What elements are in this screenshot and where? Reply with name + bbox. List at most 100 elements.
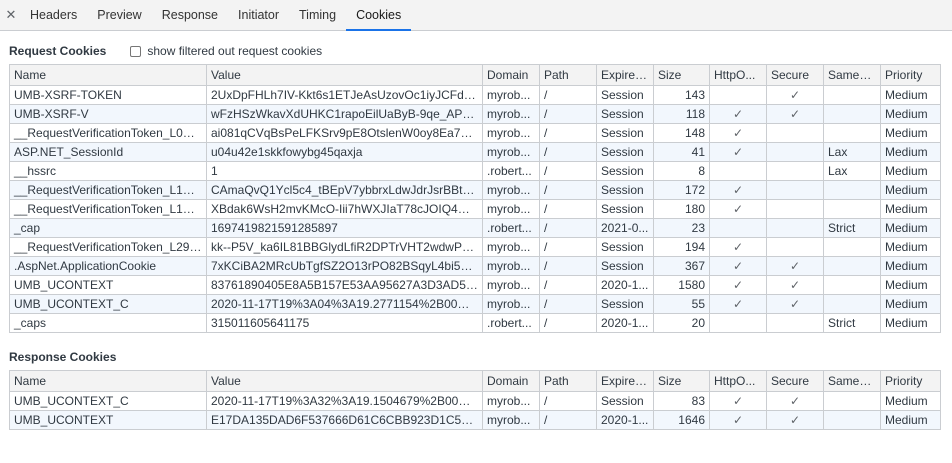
- cell-domain: myrob...: [482, 237, 540, 257]
- cell-name: __RequestVerificationToken_L0No...: [9, 123, 207, 143]
- filter-toggle[interactable]: show filtered out request cookies: [130, 44, 322, 58]
- cell-expires: Session: [596, 161, 654, 181]
- cell-value: kk--P5V_ka6IL81BBGlydLfiR2DPTrVHT2wdwP3f…: [206, 237, 483, 257]
- cookie-row[interactable]: UMB-XSRF-TOKEN 2UxDpFHLh7IV-Kkt6s1ETJeAsU…: [9, 85, 941, 105]
- cookie-row[interactable]: .AspNet.ApplicationCookie 7xKCiBA2MRcUbTg…: [9, 256, 941, 276]
- cookie-row[interactable]: __RequestVerificationToken_L1N1... CAmaQv…: [9, 180, 941, 200]
- cell-samesite: [823, 85, 881, 105]
- cell-size: 1646: [653, 410, 710, 430]
- cell-size: 8: [653, 161, 710, 181]
- cell-domain: myrob...: [482, 256, 540, 276]
- cell-secure: ✓: [766, 256, 824, 276]
- cell-domain: myrob...: [482, 199, 540, 219]
- cookie-row[interactable]: _cap 1697419821591285897 .robert.../2021-0…: [9, 218, 941, 238]
- cookie-row[interactable]: __hssrc 1 .robert... / Session 8 Lax Medium: [9, 161, 941, 181]
- cell-name: UMB_UCONTEXT: [9, 410, 207, 430]
- cell-path: /: [539, 142, 597, 162]
- column-header-priority[interactable]: Priority: [880, 370, 941, 392]
- response-cookies-table: Name Value Domain Path Expires... Size HttpO..…: [9, 370, 941, 430]
- column-header-expires[interactable]: Expires...: [596, 370, 654, 392]
- cell-secure: [766, 142, 824, 162]
- cookie-row[interactable]: ASP.NET_SessionId u04u42e1skkfowybg45qaxj…: [9, 142, 941, 162]
- cell-priority: Medium: [880, 410, 941, 430]
- cell-name: __RequestVerificationToken_L1Vu...: [9, 199, 207, 219]
- cell-path: /: [539, 180, 597, 200]
- column-header-expires[interactable]: Expires...: [596, 64, 654, 86]
- cell-samesite: Strict: [823, 313, 881, 333]
- column-header-samesite[interactable]: SameSi...: [823, 370, 881, 392]
- cookie-row[interactable]: UMB_UCONTEXT_C 2020-11-17T19%3A32%3A19.15…: [9, 391, 941, 411]
- cell-name: __RequestVerificationToken_L1N1...: [9, 180, 207, 200]
- cell-domain: myrob...: [482, 294, 540, 314]
- cell-priority: Medium: [880, 85, 941, 105]
- cell-name: _caps: [9, 313, 207, 333]
- response-cookies-title: Response Cookies: [9, 350, 117, 364]
- column-header-domain[interactable]: Domain: [482, 370, 540, 392]
- cookie-row[interactable]: UMB-XSRF-V wFzHSzWkavXdUHKC1rapoEilUaByB-…: [9, 104, 941, 124]
- column-header-value[interactable]: Value: [206, 64, 483, 86]
- cell-expires: Session: [596, 104, 654, 124]
- cell-httponly: ✓: [709, 142, 767, 162]
- cell-value: XBdak6WsH2mvKMcO-Iii7hWXJIaT78cJOIQ4RO..…: [206, 199, 483, 219]
- tab-preview[interactable]: Preview: [87, 0, 151, 30]
- column-header-path[interactable]: Path: [539, 64, 597, 86]
- cell-priority: Medium: [880, 237, 941, 257]
- cell-value: 2020-11-17T19%3A32%3A19.1504679%2B00%3..…: [206, 391, 483, 411]
- cell-path: /: [539, 313, 597, 333]
- cell-samesite: Lax: [823, 142, 881, 162]
- column-header-name[interactable]: Name: [9, 64, 207, 86]
- column-header-path[interactable]: Path: [539, 370, 597, 392]
- column-header-samesite[interactable]: SameSi...: [823, 64, 881, 86]
- cell-priority: Medium: [880, 256, 941, 276]
- column-header-domain[interactable]: Domain: [482, 64, 540, 86]
- tab-cookies[interactable]: Cookies: [346, 0, 412, 31]
- cookie-row[interactable]: UMB_UCONTEXT 83761890405E8A5B157E53AA9562…: [9, 275, 941, 295]
- cookie-row[interactable]: UMB_UCONTEXT_C 2020-11-17T19%3A04%3A19.27…: [9, 294, 941, 314]
- checkbox-unchecked-icon[interactable]: [130, 45, 142, 57]
- tab-headers[interactable]: Headers: [20, 0, 87, 30]
- cell-secure: [766, 180, 824, 200]
- cell-samesite: [823, 180, 881, 200]
- cookie-row[interactable]: UMB_UCONTEXT E17DA135DAD6F537666D61C6CBB9…: [9, 410, 941, 430]
- cell-path: /: [539, 391, 597, 411]
- cell-domain: myrob...: [482, 275, 540, 295]
- cookie-row[interactable]: __RequestVerificationToken_L1Vu... XBdak6…: [9, 199, 941, 219]
- cookie-row[interactable]: __RequestVerificationToken_L0No... ai081q…: [9, 123, 941, 143]
- cell-domain: myrob...: [482, 410, 540, 430]
- cell-samesite: [823, 275, 881, 295]
- close-icon[interactable]: ✕: [2, 0, 20, 30]
- cell-size: 23: [653, 218, 710, 238]
- cell-secure: ✓: [766, 294, 824, 314]
- column-header-secure[interactable]: Secure: [766, 64, 824, 86]
- cell-path: /: [539, 199, 597, 219]
- column-header-size[interactable]: Size: [653, 64, 710, 86]
- column-header-httponly[interactable]: HttpO...: [709, 64, 767, 86]
- cell-expires: Session: [596, 391, 654, 411]
- cell-size: 20: [653, 313, 710, 333]
- tab-timing[interactable]: Timing: [289, 0, 346, 30]
- cell-value: 7xKCiBA2MRcUbTgfSZ2O13rPO82BSqyL4bi55I2i…: [206, 256, 483, 276]
- column-header-secure[interactable]: Secure: [766, 370, 824, 392]
- cell-name: __RequestVerificationToken_L29u...: [9, 237, 207, 257]
- response-cookies-header: Response Cookies: [0, 344, 952, 370]
- column-header-name[interactable]: Name: [9, 370, 207, 392]
- cell-size: 172: [653, 180, 710, 200]
- column-header-priority[interactable]: Priority: [880, 64, 941, 86]
- cell-value: 2020-11-17T19%3A04%3A19.2771154%2B00%3..…: [206, 294, 483, 314]
- cell-domain: myrob...: [482, 391, 540, 411]
- cell-secure: ✓: [766, 391, 824, 411]
- cell-value: 83761890405E8A5B157E53AA95627A3D3AD513..…: [206, 275, 483, 295]
- column-header-size[interactable]: Size: [653, 370, 710, 392]
- column-header-value[interactable]: Value: [206, 370, 483, 392]
- tab-response[interactable]: Response: [152, 0, 228, 30]
- request-cookies-title: Request Cookies: [9, 44, 107, 58]
- cell-name: UMB_UCONTEXT_C: [9, 391, 207, 411]
- cell-value: 2UxDpFHLh7IV-Kkt6s1ETJeAsUzovOc1iyJCFdn3…: [206, 85, 483, 105]
- cookie-row[interactable]: __RequestVerificationToken_L29u... kk--P5…: [9, 237, 941, 257]
- cell-path: /: [539, 104, 597, 124]
- cell-value: 1697419821591285897: [206, 218, 483, 238]
- cookie-row[interactable]: _caps 315011605641175 .robert.../2020-1...…: [9, 313, 941, 333]
- tab-initiator[interactable]: Initiator: [228, 0, 289, 30]
- column-header-httponly[interactable]: HttpO...: [709, 370, 767, 392]
- cell-path: /: [539, 218, 597, 238]
